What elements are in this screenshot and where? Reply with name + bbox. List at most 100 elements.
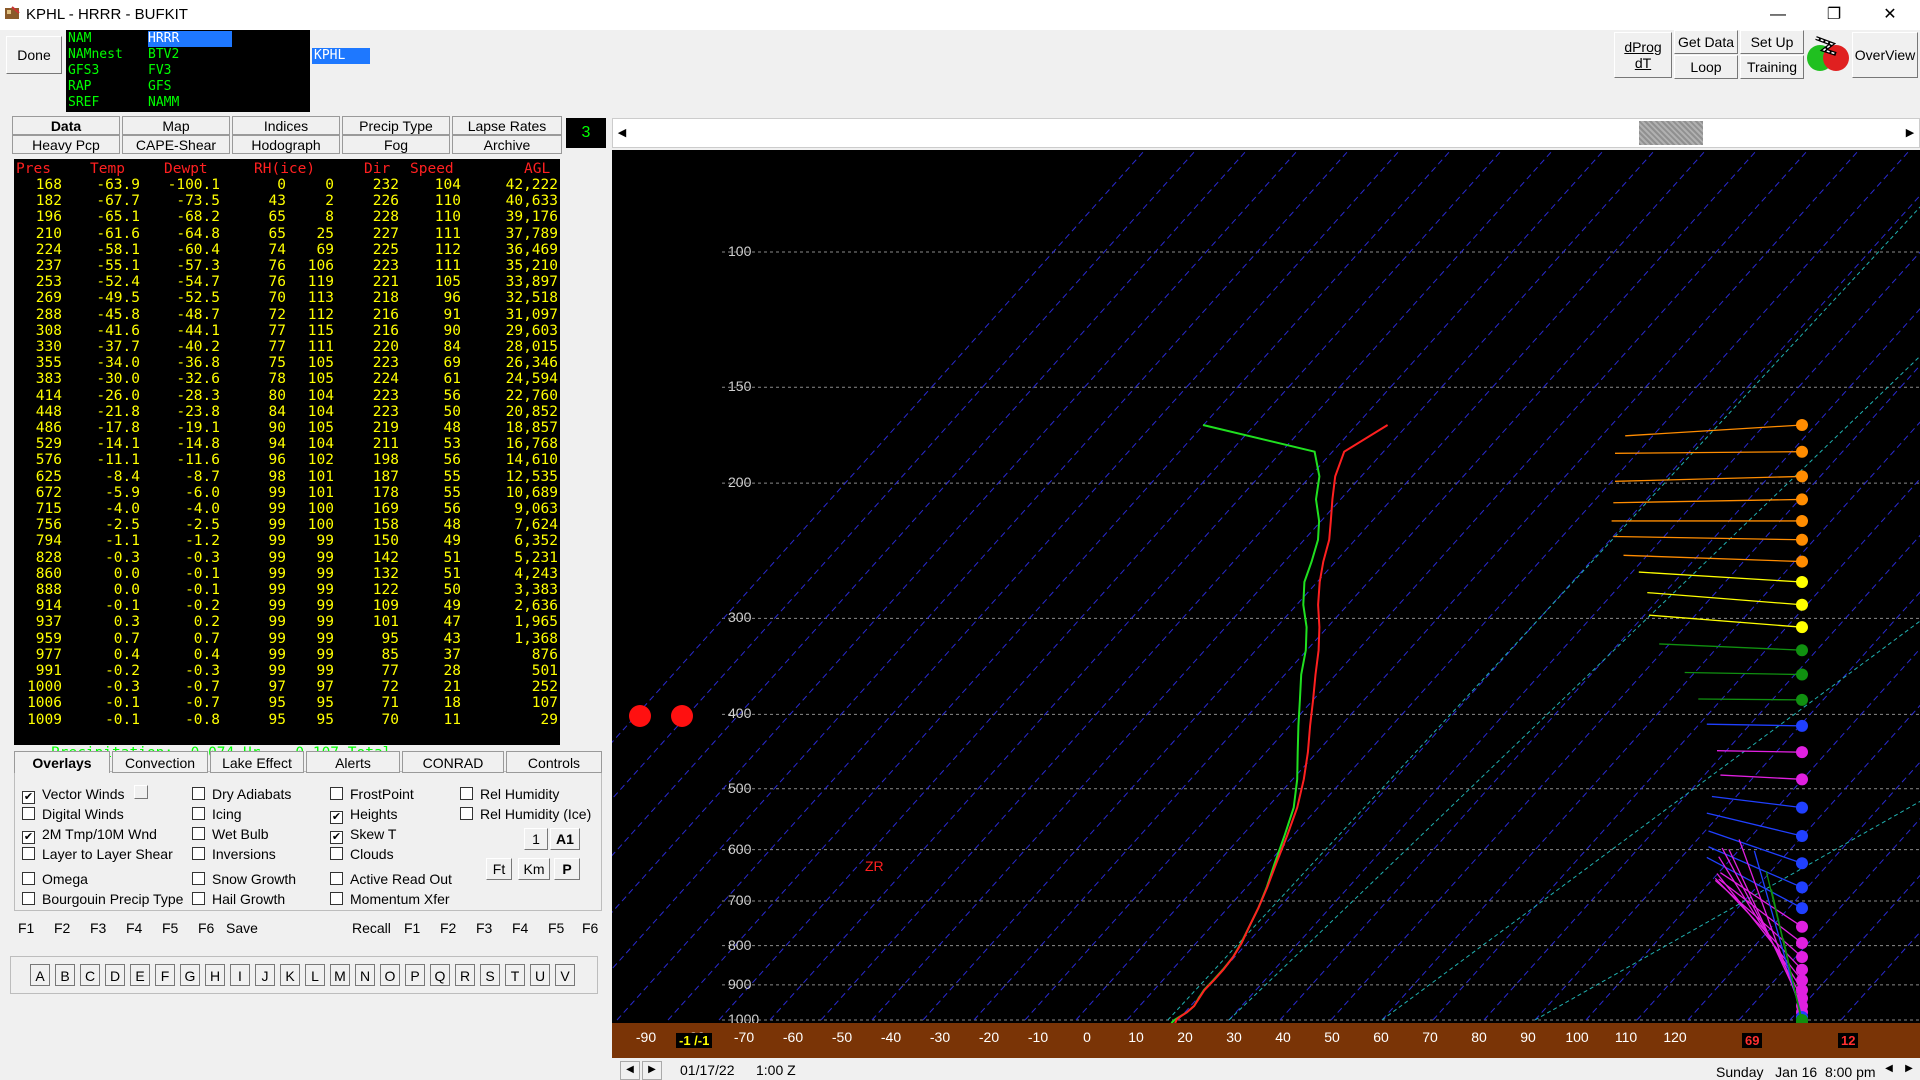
tab-cape-shear[interactable]: CAPE-Shear — [122, 135, 230, 154]
close-button[interactable]: ✕ — [1862, 0, 1918, 30]
model-item[interactable]: BTV2 — [148, 47, 232, 63]
training-button[interactable]: Training — [1740, 55, 1804, 79]
fkey-right-f1[interactable]: F1 — [404, 920, 420, 936]
tab-precip-type[interactable]: Precip Type — [342, 116, 450, 135]
checkbox-box[interactable] — [330, 787, 343, 800]
overlay-tab-conrad[interactable]: CONRAD — [402, 751, 504, 773]
checkbox-box[interactable]: ✔ — [22, 831, 35, 844]
fkey-right-f4[interactable]: F4 — [512, 920, 528, 936]
scroll-thumb[interactable] — [1639, 121, 1703, 145]
checkbox-box[interactable] — [330, 872, 343, 885]
save-button[interactable]: Save — [226, 920, 258, 936]
checkbox-box[interactable] — [330, 892, 343, 905]
status-prev-icon[interactable]: ◀ — [1880, 1061, 1898, 1078]
letter-button-g[interactable]: G — [180, 964, 200, 986]
fkey-right-f3[interactable]: F3 — [476, 920, 492, 936]
loop-button[interactable]: Loop — [1674, 55, 1738, 79]
dprog-button[interactable]: dProg dT — [1614, 32, 1672, 78]
checkbox-clouds[interactable]: Clouds — [330, 845, 394, 863]
letter-button-p[interactable]: P — [405, 964, 425, 986]
checkbox-dry-adiabats[interactable]: Dry Adiabats — [192, 785, 291, 803]
letter-button-u[interactable]: U — [530, 964, 550, 986]
letter-button-k[interactable]: K — [280, 964, 300, 986]
checkbox-rel-humidity[interactable]: Rel Humidity — [460, 785, 559, 803]
checkbox-momentum-xfer[interactable]: Momentum Xfer — [330, 890, 450, 908]
letter-button-n[interactable]: N — [355, 964, 375, 986]
letter-button-i[interactable]: I — [230, 964, 250, 986]
letter-button-s[interactable]: S — [480, 964, 500, 986]
checkbox-skew-t[interactable]: ✔ Skew T — [330, 825, 396, 844]
letter-button-t[interactable]: T — [505, 964, 525, 986]
checkbox-box[interactable] — [192, 872, 205, 885]
checkbox-box[interactable] — [330, 847, 343, 860]
model-item[interactable]: SREF — [68, 95, 123, 111]
model-item[interactable]: HRRR — [148, 31, 232, 47]
checkbox-frostpoint[interactable]: FrostPoint — [330, 785, 414, 803]
checkbox-inversions[interactable]: Inversions — [192, 845, 276, 863]
model-list-right[interactable]: HRRR BTV2 FV3 GFS NAMM — [148, 31, 232, 111]
model-list[interactable]: NAM NAMnest GFS3 RAP SREF HRRR BTV2 FV3 GFS NAMM — [66, 30, 310, 112]
model-item[interactable]: RAP — [68, 79, 123, 95]
checkbox-box[interactable] — [22, 872, 35, 885]
letter-button-e[interactable]: E — [130, 964, 150, 986]
checkbox-icing[interactable]: Icing — [192, 805, 242, 823]
letter-button-r[interactable]: R — [455, 964, 475, 986]
checkbox-box[interactable] — [192, 892, 205, 905]
checkbox-box[interactable] — [192, 787, 205, 800]
checkbox-box[interactable] — [192, 827, 205, 840]
tab-data[interactable]: Data — [12, 116, 120, 135]
letter-button-m[interactable]: M — [330, 964, 350, 986]
scroll-right-icon[interactable]: ▶ — [1901, 119, 1919, 147]
station-selector[interactable]: KPHL — [312, 48, 370, 64]
vector-winds-options-button[interactable] — [134, 785, 148, 799]
checkbox-active-readout[interactable]: Active Read Out — [330, 870, 452, 888]
units-ft-button[interactable]: Ft — [486, 858, 512, 880]
checkbox-box[interactable] — [192, 847, 205, 860]
fkey-right-f2[interactable]: F2 — [440, 920, 456, 936]
model-item[interactable]: FV3 — [148, 63, 232, 79]
tab-hodograph[interactable]: Hodograph — [232, 135, 340, 154]
fkey-left-f5[interactable]: F5 — [162, 920, 178, 936]
fkey-left-f6[interactable]: F6 — [198, 920, 214, 936]
letter-button-b[interactable]: B — [55, 964, 75, 986]
units-km-button[interactable]: Km — [518, 858, 550, 880]
overlay-tab-alerts[interactable]: Alerts — [306, 751, 400, 773]
checkbox-layer-shear[interactable]: Layer to Layer Shear — [22, 845, 173, 863]
letter-button-q[interactable]: Q — [430, 964, 450, 986]
restore-button[interactable]: ❐ — [1806, 0, 1862, 30]
checkbox-rel-humidity-ice[interactable]: Rel Humidity (Ice) — [460, 805, 591, 823]
tab-fog[interactable]: Fog — [342, 135, 450, 154]
letter-button-o[interactable]: O — [380, 964, 400, 986]
checkbox-snow-growth[interactable]: Snow Growth — [192, 870, 296, 888]
fkey-right-f5[interactable]: F5 — [548, 920, 564, 936]
tab-archive[interactable]: Archive — [452, 135, 562, 154]
tab-lapse-rates[interactable]: Lapse Rates — [452, 116, 562, 135]
checkbox-box[interactable]: ✔ — [330, 811, 343, 824]
fkey-left-f1[interactable]: F1 — [18, 920, 34, 936]
recall-button[interactable]: Recall — [352, 920, 391, 936]
fkey-right-f6[interactable]: F6 — [582, 920, 598, 936]
checkbox-box[interactable] — [22, 807, 35, 820]
letter-button-h[interactable]: H — [205, 964, 225, 986]
tab-map[interactable]: Map — [122, 116, 230, 135]
checkbox-digital-winds[interactable]: Digital Winds — [22, 805, 124, 823]
checkbox-box[interactable] — [460, 787, 473, 800]
model-item[interactable]: NAM — [68, 31, 123, 47]
checkbox-tmp-wnd[interactable]: ✔ 2M Tmp/10M Wnd — [22, 825, 157, 844]
next-time-icon[interactable]: ▶ — [642, 1061, 662, 1080]
fkey-left-f3[interactable]: F3 — [90, 920, 106, 936]
overlay-tab-controls[interactable]: Controls — [506, 751, 602, 773]
get-data-button[interactable]: Get Data — [1674, 30, 1738, 54]
skew-t-plot[interactable]: 100 150 200 300 400 500 600 700 800 900 1000 ZR — [612, 150, 1920, 1058]
checkbox-box[interactable] — [22, 847, 35, 860]
letter-button-a[interactable]: A — [30, 964, 50, 986]
minimize-button[interactable]: — — [1750, 0, 1806, 30]
letter-button-l[interactable]: L — [305, 964, 325, 986]
done-button[interactable]: Done — [6, 36, 62, 74]
letter-button-v[interactable]: V — [555, 964, 575, 986]
scale-a1-button[interactable]: A1 — [550, 828, 580, 850]
letter-button-f[interactable]: F — [155, 964, 175, 986]
prev-time-icon[interactable]: ◀ — [620, 1061, 640, 1080]
checkbox-box[interactable]: ✔ — [22, 791, 35, 804]
overlay-tab-overlays[interactable]: Overlays — [14, 751, 110, 773]
